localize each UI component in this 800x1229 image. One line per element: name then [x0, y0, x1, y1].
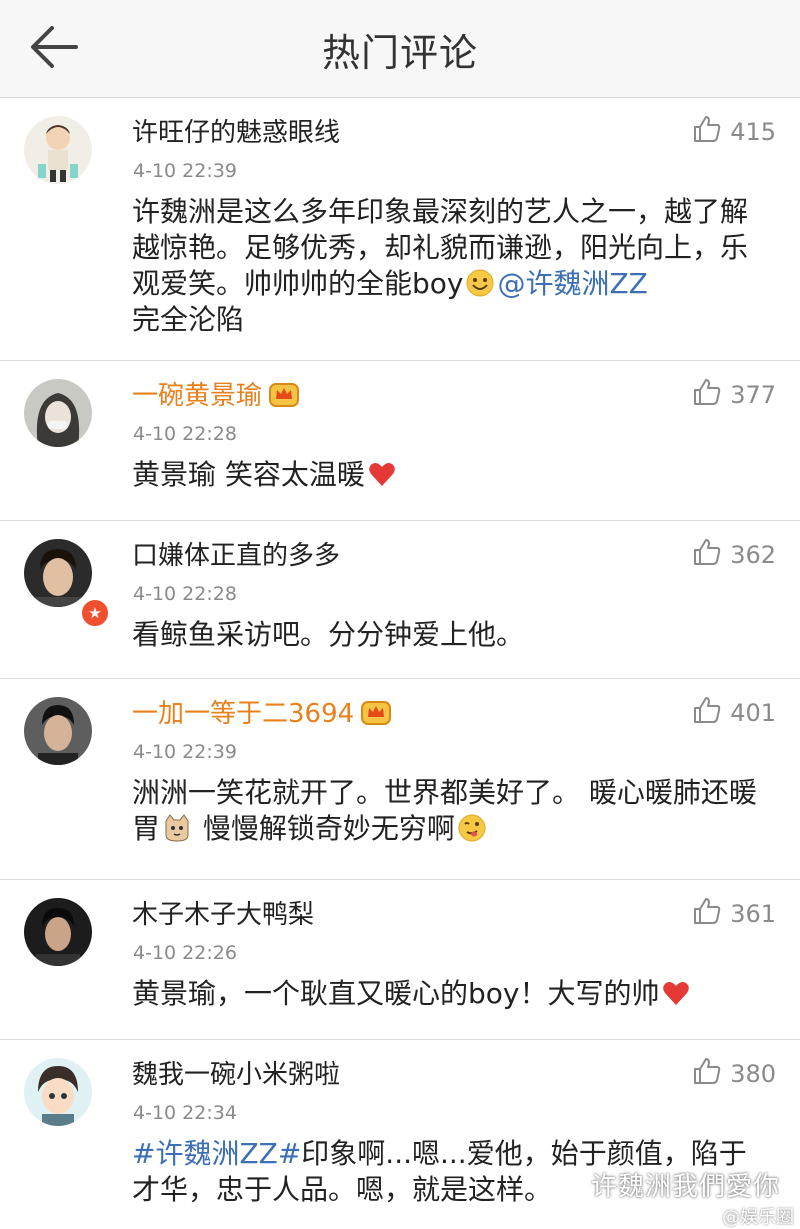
comment-text: 看鲸鱼采访吧。分分钟爱上他。	[132, 618, 525, 651]
avatar[interactable]	[24, 898, 92, 966]
avatar[interactable]	[24, 116, 92, 184]
like-count: 401	[730, 699, 776, 727]
heart-emoji-icon	[663, 982, 690, 1005]
top-bar: 热门评论	[0, 0, 800, 98]
comment-text-part: 许魏洲是这么多年印象最深刻的艺人之一，越了解越惊艳。足够优秀，却礼貌而谦逊，阳光…	[132, 195, 749, 300]
thumbs-up-icon	[694, 697, 721, 723]
comment-text-part: 慢慢解锁奇妙无穷啊	[202, 812, 455, 845]
comment-item: 一加一等于二3694 401 4-10 22:39 洲洲一笑花就开了。世界都美好…	[0, 679, 800, 880]
thumbs-up-icon	[694, 539, 721, 565]
comment-item: 一碗黄景瑜 377 4-10 22:28 黄景瑜 笑容太温暖	[0, 361, 800, 521]
crown-badge-icon	[269, 383, 300, 407]
mention-link[interactable]: @许魏洲ZZ	[497, 267, 647, 300]
like-button[interactable]: 380	[692, 1056, 776, 1090]
comment-text: 黄景瑜，一个耿直又暖心的boy！大写的帅	[132, 976, 772, 1012]
avatar[interactable]	[24, 539, 92, 607]
comment-time: 4-10 22:39	[133, 160, 237, 182]
comment-text-part: 完全沦陷	[132, 303, 245, 336]
hashtag-link[interactable]: #许魏洲ZZ#	[132, 1137, 301, 1170]
comment-time: 4-10 22:28	[133, 583, 237, 605]
like-count: 377	[730, 381, 776, 409]
watermark-small: @娱乐圈	[722, 1207, 794, 1228]
avatar[interactable]	[24, 697, 92, 765]
comment-item: 魏我一碗小米粥啦 380 4-10 22:34 #许魏洲ZZ#印象啊...嗯..…	[0, 1040, 800, 1229]
username[interactable]: 魏我一碗小米粥啦	[132, 1054, 340, 1091]
verified-badge-icon: ★	[80, 598, 110, 628]
like-count: 362	[730, 541, 776, 569]
like-button[interactable]: 401	[692, 695, 776, 729]
comment-time: 4-10 22:39	[133, 741, 237, 763]
username-text: 一加一等于二3694	[132, 699, 355, 729]
avatar[interactable]	[24, 1058, 92, 1126]
tongue-emoji-icon	[458, 814, 486, 842]
thumbs-up-icon	[694, 898, 721, 924]
thumbs-up-icon	[694, 379, 721, 405]
comment-text: 洲洲一笑花就开了。世界都美好了。 暖心暖肺还暖胃 慢慢解锁奇妙无穷啊	[132, 775, 772, 847]
username-text: 一碗黄景瑜	[132, 381, 263, 411]
comment-item: 木子木子大鸭梨 361 4-10 22:26 黄景瑜，一个耿直又暖心的boy！大…	[0, 880, 800, 1040]
username[interactable]: 许旺仔的魅惑眼线	[132, 112, 340, 149]
comment-time: 4-10 22:34	[133, 1102, 237, 1124]
comment-text: 黄景瑜 笑容太温暖	[132, 457, 772, 493]
watermark: 许魏洲我們愛你	[590, 1172, 780, 1202]
comment-time: 4-10 22:28	[133, 423, 237, 445]
username[interactable]: 一加一等于二3694	[132, 693, 392, 730]
comment-text-part: 黄景瑜，一个耿直又暖心的boy！大写的帅	[132, 977, 660, 1010]
username[interactable]: 木子木子大鸭梨	[132, 894, 314, 931]
like-button[interactable]: 377	[692, 377, 776, 411]
smile-emoji-icon	[466, 269, 494, 297]
comment-item: 许旺仔的魅惑眼线 415 4-10 22:39 许魏洲是这么多年印象最深刻的艺人…	[0, 98, 800, 361]
heart-emoji-icon	[369, 463, 395, 486]
comment-item: ★ 口嫌体正直的多多 362 4-10 22:28 看鲸鱼采访吧。分分钟爱上他。	[0, 521, 800, 679]
username[interactable]: 一碗黄景瑜	[132, 375, 300, 412]
crown-badge-icon	[361, 701, 392, 725]
like-count: 380	[730, 1060, 776, 1088]
avatar[interactable]	[24, 379, 92, 447]
cat-emoji-icon	[165, 814, 189, 842]
comment-text: 许魏洲是这么多年印象最深刻的艺人之一，越了解越惊艳。足够优秀，却礼貌而谦逊，阳光…	[132, 194, 772, 338]
page-title: 热门评论	[321, 31, 478, 75]
like-count: 415	[730, 118, 776, 146]
comment-text-part: 黄景瑜 笑容太温暖	[132, 458, 365, 491]
like-button[interactable]: 415	[692, 114, 776, 148]
like-count: 361	[730, 900, 776, 928]
like-button[interactable]: 361	[692, 896, 776, 930]
thumbs-up-icon	[694, 1058, 721, 1084]
like-button[interactable]: 362	[692, 537, 776, 571]
thumbs-up-icon	[694, 116, 721, 142]
username[interactable]: 口嫌体正直的多多	[132, 535, 340, 572]
comment-time: 4-10 22:26	[133, 942, 237, 964]
